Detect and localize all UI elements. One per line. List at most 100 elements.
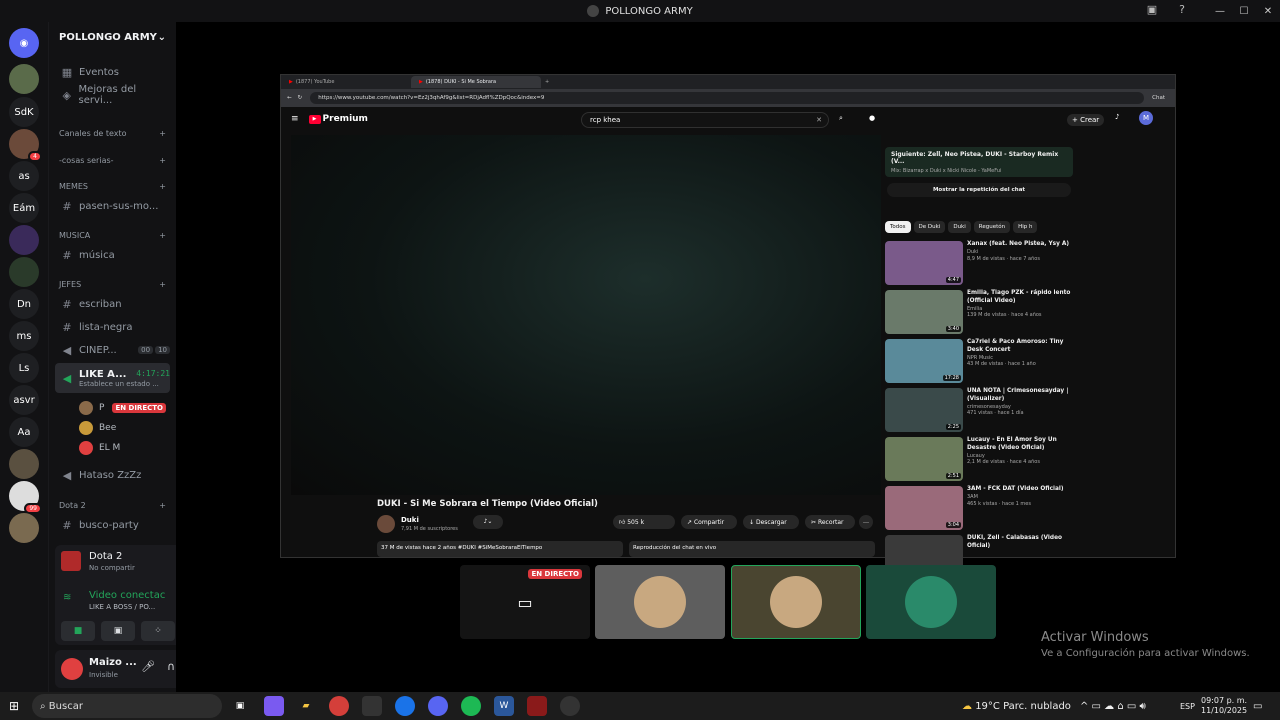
notifications-button[interactable]: ♪⌄ — [473, 515, 503, 529]
tray-icons[interactable]: ^ ▭ ☁ ⌂ ▭ 🔊︎ — [1080, 692, 1146, 720]
add-channel-icon[interactable]: + — [159, 501, 166, 510]
browser-tab-active[interactable]: ▶ (1878) DUKI - Si Me Sobrara — [411, 76, 541, 88]
server-icon[interactable] — [9, 225, 39, 255]
channel-lista[interactable]: # lista-negra — [55, 317, 170, 337]
avatar[interactable] — [61, 658, 83, 680]
address-bar[interactable]: https://www.youtube.com/watch?v=Ez2j3qhA… — [310, 92, 1145, 104]
video-player[interactable] — [291, 135, 881, 495]
activities-button[interactable]: ⁘ — [141, 621, 175, 641]
video-thumbnail[interactable]: 2:25 — [885, 388, 963, 432]
weather-widget[interactable]: ☁ 19°C Parc. nublado — [962, 692, 1071, 720]
app-icon[interactable] — [329, 696, 349, 716]
channel-like-a-boss[interactable]: ◀ LIKE A... 4:17:21 Establece un estado .… — [55, 363, 170, 393]
filter-chip[interactable]: Duki — [948, 221, 971, 233]
server-icon[interactable]: Eám — [9, 193, 39, 223]
video-thumbnail[interactable]: 2:51 — [885, 437, 963, 481]
notifications-icon[interactable]: ▭ — [1253, 692, 1262, 720]
add-channel-icon[interactable]: + — [159, 280, 166, 289]
server-icon[interactable]: ms — [9, 321, 39, 351]
recommended-video[interactable]: 3:04 3AM - FCK DAT (Video Oficial) 3AM 465 … — [885, 486, 1075, 532]
recommended-video[interactable]: 2:25 UNA NOTA | Crimesonesayday | (Visual… — [885, 388, 1075, 434]
category-text[interactable]: Canales de texto + — [59, 129, 166, 138]
participant-tile[interactable]: EN DIRECTO ▭ — [460, 565, 590, 639]
search-icon[interactable]: ⌕ — [839, 114, 843, 123]
search-input[interactable]: rcp khea ✕ — [581, 112, 829, 128]
channel-hataso[interactable]: ◀ Hataso ZzZz — [55, 465, 170, 485]
video-thumbnail[interactable]: 17:28 — [885, 339, 963, 383]
server-header[interactable]: POLLONGO ARMY ⌄ — [49, 22, 176, 52]
windows-start-icon[interactable]: ⊞ — [9, 699, 19, 713]
filter-chip[interactable]: Todos — [885, 221, 911, 233]
task-view-icon[interactable]: ▣ — [230, 696, 250, 716]
avatar[interactable]: M — [1139, 111, 1153, 125]
server-icon[interactable] — [9, 513, 39, 543]
copilot-icon[interactable] — [264, 696, 284, 716]
server-icon[interactable] — [9, 257, 39, 287]
chat-replay[interactable]: Reproducción del chat en vivo — [629, 541, 875, 557]
video-description[interactable]: 37 M de vistas hace 2 años #DUKI #SiMeSo… — [377, 541, 623, 557]
video-thumbnail[interactable]: 3:04 — [885, 486, 963, 530]
chrome-icon[interactable] — [395, 696, 415, 716]
server-icon[interactable] — [9, 64, 39, 94]
server-icon[interactable]: SdK — [9, 97, 39, 127]
participant-tile[interactable] — [595, 565, 725, 639]
voice-user[interactable]: Bee — [79, 419, 170, 437]
server-icon[interactable]: Aa — [9, 417, 39, 447]
reload-icon[interactable]: ↻ — [298, 95, 303, 101]
clip-button[interactable]: ✂ Recortar — [805, 515, 855, 529]
new-tab-icon[interactable]: + — [545, 79, 549, 85]
channel-name[interactable]: Duki — [401, 516, 419, 524]
category-music[interactable]: MUSICA + — [59, 231, 166, 240]
download-button[interactable]: ↓ Descargar — [743, 515, 799, 529]
category-bosses[interactable]: JEFES + — [59, 280, 166, 289]
more-button[interactable]: … — [859, 515, 873, 529]
back-icon[interactable]: ← — [287, 95, 292, 101]
headphones-icon[interactable]: ∩ — [167, 660, 175, 673]
recommended-video[interactable]: 2:51 Lucauy - En El Amor Soy Un Desastre … — [885, 437, 1075, 483]
clock[interactable]: 09:07 p. m. 11/10/2025 — [1201, 692, 1247, 720]
recommended-video[interactable]: 3:40 Emilia, Tiago PZK - rápido lento (Of… — [885, 290, 1075, 336]
filter-chip[interactable]: Reguetón — [973, 221, 1011, 233]
channel-musica[interactable]: # música — [55, 245, 170, 265]
close-button[interactable]: ✕ — [1256, 6, 1280, 17]
channel-busco[interactable]: # busco-party — [55, 515, 170, 535]
recommended-video[interactable]: 17:28 Ca7riel & Paco Amoroso: Tiny Desk C… — [885, 339, 1075, 385]
channel-cinema[interactable]: ◀ CINEP... 00 10 — [55, 340, 170, 360]
like-button[interactable]: 👍︎ 505 k — [613, 515, 675, 529]
next-up-card[interactable]: Siguiente: Zell, Neo Pistea, DUKI - Star… — [885, 147, 1073, 177]
voice-user[interactable]: EL M — [79, 439, 170, 457]
youtube-logo[interactable]: ▶ Premium — [308, 114, 368, 124]
server-icon[interactable]: Ls — [9, 353, 39, 383]
video-thumbnail[interactable]: 3:40 — [885, 290, 963, 334]
channel-status[interactable]: Establece un estado ... — [79, 380, 170, 388]
minimize-button[interactable]: — — [1208, 6, 1232, 17]
steam-icon[interactable] — [560, 696, 580, 716]
server-icon[interactable] — [9, 449, 39, 479]
category-dota[interactable]: Dota 2 + — [59, 501, 166, 510]
browser-tab[interactable]: ▶ (1877) YouTube — [281, 76, 411, 88]
show-chat-button[interactable]: Mostrar la repetición del chat — [887, 183, 1071, 197]
server-icon[interactable]: Dn — [9, 289, 39, 319]
events-item[interactable]: ▦ Eventos — [55, 62, 170, 82]
filter-chip[interactable]: Hip h — [1013, 221, 1038, 233]
server-icon[interactable]: as — [9, 161, 39, 191]
add-channel-icon[interactable]: + — [159, 182, 166, 191]
channel-avatar[interactable] — [377, 515, 395, 533]
app-icon[interactable] — [362, 696, 382, 716]
recommended-video[interactable]: 4:47 Xanax (feat. Neo Pistea, Ysy A) Duki 8… — [885, 241, 1075, 287]
camera-button[interactable]: ■ — [61, 621, 95, 641]
discord-icon[interactable] — [428, 696, 448, 716]
share-button[interactable]: ↗ Compartir — [681, 515, 737, 529]
participant-tile[interactable] — [731, 565, 861, 639]
discord-home-icon[interactable]: ◉ — [9, 28, 39, 58]
file-explorer-icon[interactable]: ▰ — [296, 696, 316, 716]
add-channel-icon[interactable]: + — [159, 156, 166, 165]
connection-status[interactable]: Video conectac — [89, 590, 165, 601]
server-icon[interactable]: asvr — [9, 385, 39, 415]
word-icon[interactable]: W — [494, 696, 514, 716]
server-icon[interactable]: 4 — [9, 129, 42, 162]
help-icon[interactable]: ? — [1174, 3, 1190, 19]
bell-icon[interactable]: ♪ — [1115, 113, 1119, 121]
filter-chip[interactable]: De Duki — [913, 221, 946, 233]
dota-icon[interactable] — [527, 696, 547, 716]
